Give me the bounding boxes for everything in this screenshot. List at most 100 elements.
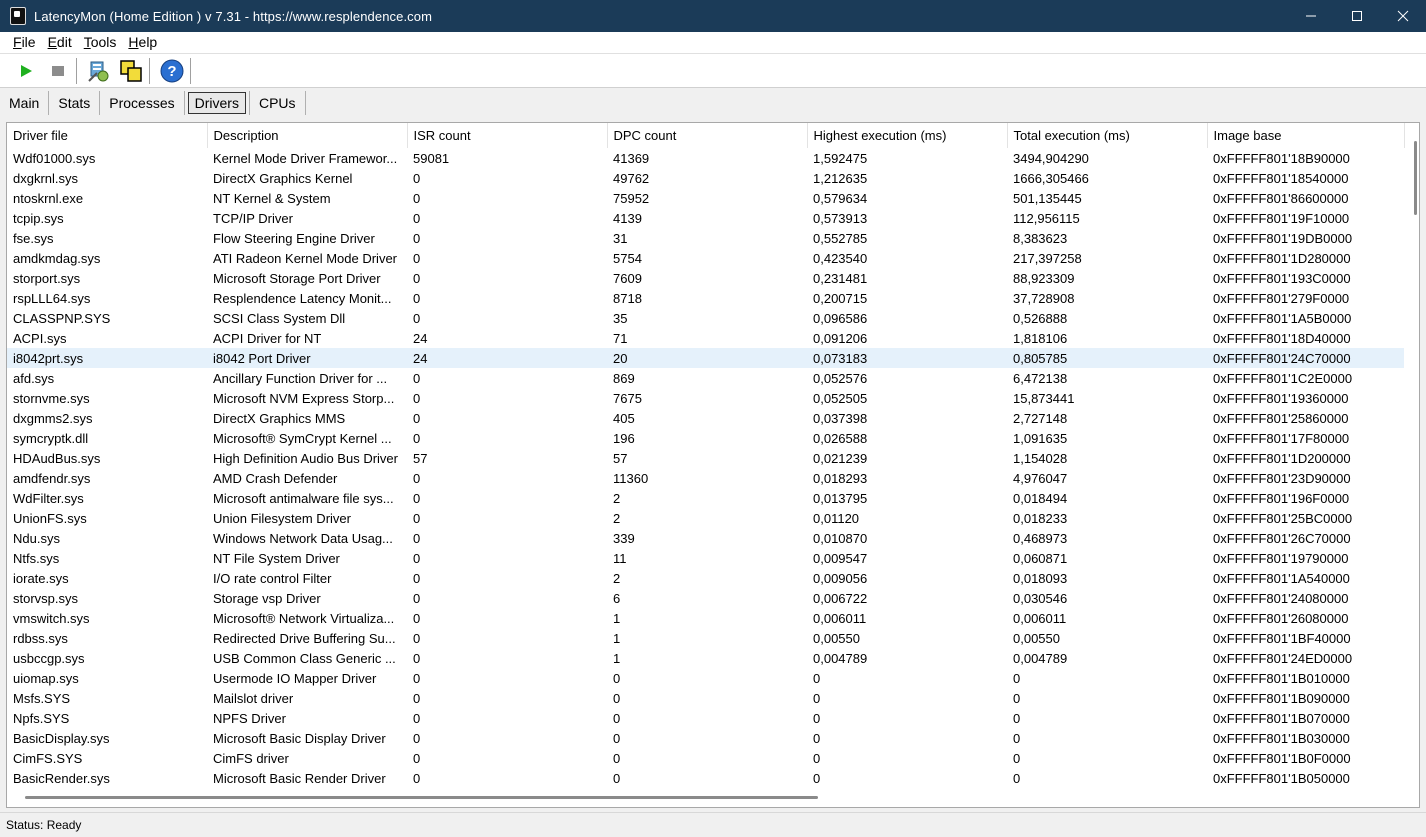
- table-row[interactable]: Npfs.SYS NPFS Driver 0 0 0 0 0xFFFFF801'1B0700…: [7, 708, 1404, 728]
- table-row[interactable]: Wdf01000.sys Kernel Mode Driver Framewor.…: [7, 148, 1404, 168]
- table-cell: 0xFFFFF801'17F80000: [1213, 430, 1350, 446]
- column-header[interactable]: Description: [207, 123, 408, 148]
- table-row[interactable]: rdbss.sys Redirected Drive Buffering Su..…: [7, 628, 1404, 648]
- table-row[interactable]: afd.sys Ancillary Function Driver for ...…: [7, 368, 1404, 388]
- column-header[interactable]: DPC count: [607, 123, 808, 148]
- table-cell: Wdf01000.sys: [13, 150, 96, 166]
- table-row[interactable]: iorate.sys I/O rate control Filter 0 2 0,009…: [7, 568, 1404, 588]
- table-cell: ACPI.sys: [13, 330, 67, 346]
- table-cell: 41369: [613, 150, 650, 166]
- table-cell: 1,091635: [1013, 430, 1068, 446]
- table-row[interactable]: vmswitch.sys Microsoft® Network Virtualiz…: [7, 608, 1404, 628]
- tab-stats[interactable]: Stats: [49, 92, 99, 114]
- maximize-button[interactable]: [1334, 0, 1380, 32]
- tab-main[interactable]: Main: [0, 92, 48, 114]
- table-row[interactable]: dxgmms2.sys DirectX Graphics MMS 0 405 0,037…: [7, 408, 1404, 428]
- column-header[interactable]: Highest execution (ms): [807, 123, 1008, 148]
- tab-cpus[interactable]: CPUs: [250, 92, 305, 114]
- table-cell: 20: [607, 348, 807, 368]
- table-cell: 0: [413, 690, 421, 706]
- table-row[interactable]: storport.sys Microsoft Storage Port Drive…: [7, 268, 1404, 288]
- menu-help[interactable]: Help: [122, 32, 163, 53]
- table-cell: Ndu.sys: [13, 530, 60, 546]
- table-row[interactable]: symcryptk.dll Microsoft® SymCrypt Kernel …: [7, 428, 1404, 448]
- table-row[interactable]: usbccgp.sys USB Common Class Generic ... 0…: [7, 648, 1404, 668]
- table-cell: 0: [413, 170, 421, 186]
- table-row[interactable]: UnionFS.sys Union Filesystem Driver 0 2 0,01…: [7, 508, 1404, 528]
- column-header[interactable]: Image base: [1207, 123, 1405, 148]
- table-row[interactable]: BasicDisplay.sys Microsoft Basic Display …: [7, 728, 1404, 748]
- table-cell: 0: [613, 730, 621, 746]
- table-row[interactable]: uiomap.sys Usermode IO Mapper Driver 0 0 0 0 0…: [7, 668, 1404, 688]
- table-cell: 0: [1013, 670, 1021, 686]
- table-cell: 1: [613, 650, 621, 666]
- table-row[interactable]: ntoskrnl.exe NT Kernel & System 0 75952 0,57…: [7, 188, 1404, 208]
- start-button[interactable]: [12, 57, 40, 85]
- table-cell: tcpip.sys: [13, 210, 64, 226]
- table-row[interactable]: i8042prt.sys i8042 Port Driver 24 20 0,07318…: [7, 348, 1404, 368]
- table-cell: DirectX Graphics MMS: [213, 410, 346, 426]
- table-row[interactable]: dxgkrnl.sys DirectX Graphics Kernel 0 49762…: [7, 168, 1404, 188]
- menu-edit[interactable]: Edit: [42, 32, 78, 53]
- app-icon: [10, 7, 26, 25]
- table-cell: 1,154028: [1013, 450, 1068, 466]
- menu-file[interactable]: File: [7, 32, 42, 53]
- table-row[interactable]: amdkmdag.sys ATI Radeon Kernel Mode Drive…: [7, 248, 1404, 268]
- column-header[interactable]: ISR count: [407, 123, 608, 148]
- column-header[interactable]: Driver file: [7, 123, 208, 148]
- table-cell: 0,013795: [813, 490, 868, 506]
- table-body: Wdf01000.sys Kernel Mode Driver Framewor.…: [7, 148, 1404, 788]
- horizontal-scrollbar[interactable]: [25, 796, 818, 799]
- table-cell: 0,552785: [813, 230, 868, 246]
- column-header[interactable]: Total execution (ms): [1007, 123, 1208, 148]
- table-cell: 1,212635: [813, 170, 868, 186]
- table-cell: 71: [613, 330, 628, 346]
- table-cell: 0xFFFFF801'279F0000: [1213, 290, 1350, 306]
- table-cell: 2: [613, 570, 621, 586]
- table-cell: 0: [813, 770, 821, 786]
- table-row[interactable]: fse.sys Flow Steering Engine Driver 0 31 0,5…: [7, 228, 1404, 248]
- vertical-scrollbar[interactable]: [1414, 141, 1417, 215]
- table-cell: 0xFFFFF801'1C2E0000: [1213, 370, 1353, 386]
- table-row[interactable]: WdFilter.sys Microsoft antimalware file s…: [7, 488, 1404, 508]
- table-row[interactable]: ACPI.sys ACPI Driver for NT 24 71 0,091206 1,…: [7, 328, 1404, 348]
- help-button[interactable]: ?: [158, 57, 186, 85]
- table-row[interactable]: storvsp.sys Storage vsp Driver 0 6 0,006722 0…: [7, 588, 1404, 608]
- table-row[interactable]: HDAudBus.sys High Definition Audio Bus Dr…: [7, 448, 1404, 468]
- table-cell: Redirected Drive Buffering Su...: [213, 630, 396, 646]
- table-cell: 0: [413, 770, 421, 786]
- table-cell: Windows Network Data Usag...: [213, 530, 393, 546]
- tab-drivers[interactable]: Drivers: [187, 92, 246, 114]
- table-row[interactable]: amdfendr.sys AMD Crash Defender 0 11360 0,01…: [7, 468, 1404, 488]
- table-row[interactable]: CimFS.SYS CimFS driver 0 0 0 0 0xFFFFF801'1B0F…: [7, 748, 1404, 768]
- table-row[interactable]: Ndu.sys Windows Network Data Usag... 0 339 0…: [7, 528, 1404, 548]
- table-cell: 0,468973: [1013, 530, 1068, 546]
- tab-processes[interactable]: Processes: [100, 92, 183, 114]
- menu-tools[interactable]: Tools: [78, 32, 123, 53]
- table-row[interactable]: CLASSPNP.SYS SCSI Class System Dll 0 35 0,09…: [7, 308, 1404, 328]
- table-cell: Microsoft NVM Express Storp...: [213, 390, 395, 406]
- table-row[interactable]: stornvme.sys Microsoft NVM Express Storp.…: [7, 388, 1404, 408]
- table-cell: 6,472138: [1013, 370, 1068, 386]
- table-row[interactable]: BasicRender.sys Microsoft Basic Render Dr…: [7, 768, 1404, 788]
- drivers-table[interactable]: Driver file Description ISR count DPC count…: [6, 122, 1420, 808]
- close-button[interactable]: [1380, 0, 1426, 32]
- table-row[interactable]: Ntfs.sys NT File System Driver 0 11 0,009547…: [7, 548, 1404, 568]
- settings-button[interactable]: [85, 57, 113, 85]
- table-row[interactable]: tcpip.sys TCP/IP Driver 0 4139 0,573913 112,9…: [7, 208, 1404, 228]
- cpu-select-button[interactable]: [117, 57, 145, 85]
- table-cell: 0,018093: [1013, 570, 1068, 586]
- stop-button[interactable]: [44, 57, 72, 85]
- toolbar-separator: [149, 57, 150, 84]
- table-cell: 0xFFFFF801'1B090000: [1213, 690, 1350, 706]
- table-cell: 11: [613, 550, 627, 566]
- minimize-button[interactable]: [1288, 0, 1334, 32]
- table-cell: 501,135445: [1013, 190, 1082, 206]
- table-cell: 0xFFFFF801'19F10000: [1213, 210, 1350, 226]
- table-row[interactable]: Msfs.SYS Mailslot driver 0 0 0 0 0xFFFFF801'1B…: [7, 688, 1404, 708]
- table-cell: 0: [813, 750, 821, 766]
- table-row[interactable]: rspLLL64.sys Resplendence Latency Monit..…: [7, 288, 1404, 308]
- table-cell: dxgkrnl.sys: [13, 170, 79, 186]
- table-cell: AMD Crash Defender: [213, 470, 338, 486]
- table-cell: 11360: [613, 470, 649, 486]
